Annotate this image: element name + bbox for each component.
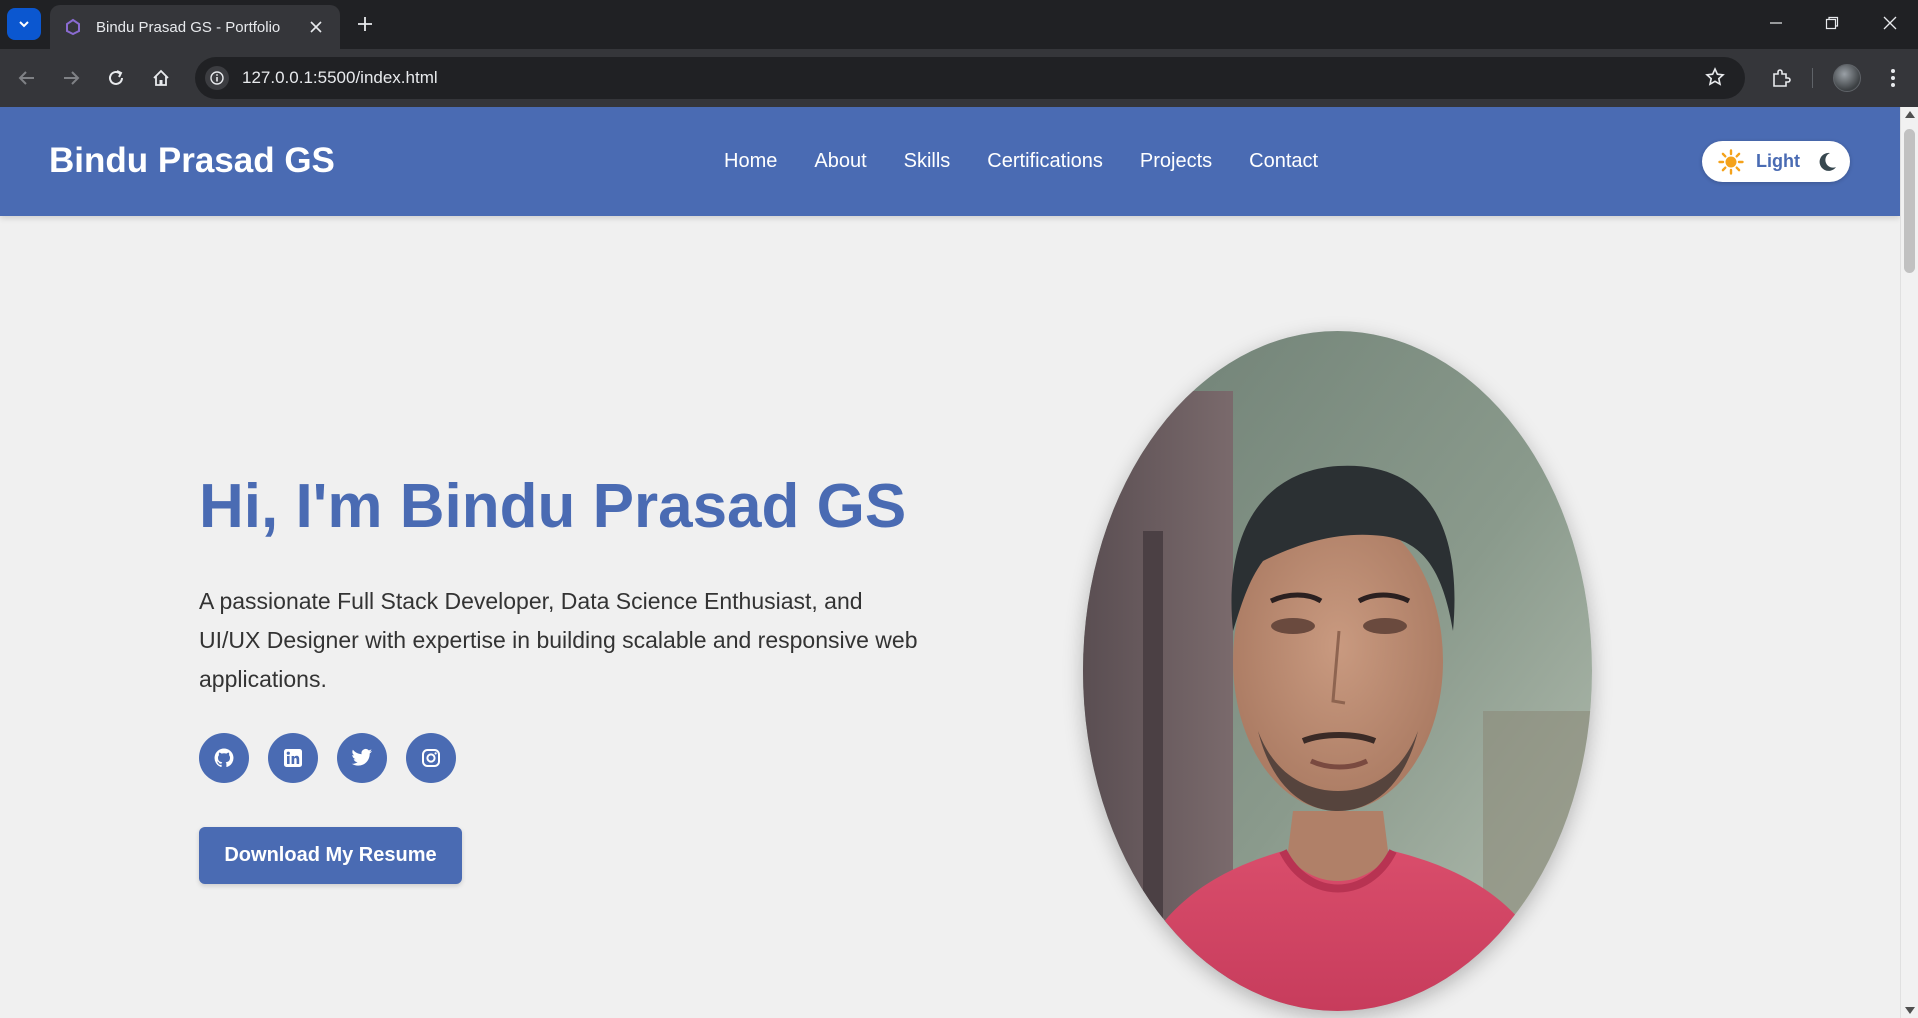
home-button[interactable] <box>146 63 176 93</box>
download-resume-button[interactable]: Download My Resume <box>199 827 462 884</box>
browser-tab[interactable]: Bindu Prasad GS - Portfolio <box>50 5 340 49</box>
restore-button[interactable] <box>1804 0 1860 46</box>
twitter-link[interactable] <box>337 733 387 783</box>
back-button[interactable] <box>12 63 42 93</box>
address-bar[interactable]: 127.0.0.1:5500/index.html <box>195 57 1745 99</box>
puzzle-icon <box>1773 69 1791 87</box>
nav-skills[interactable]: Skills <box>904 150 951 173</box>
github-icon <box>214 748 234 767</box>
theme-toggle-label: Light <box>1756 151 1800 171</box>
site-info-icon[interactable] <box>205 66 229 90</box>
new-tab-button[interactable] <box>353 12 377 36</box>
profile-avatar[interactable] <box>1833 64 1861 92</box>
minimize-icon <box>1770 22 1782 24</box>
linkedin-icon <box>284 749 302 767</box>
twitter-icon <box>351 749 372 766</box>
home-icon <box>153 69 169 86</box>
profile-photo-illustration <box>1083 331 1592 1011</box>
scroll-down-arrow-icon[interactable] <box>1905 1007 1915 1014</box>
menu-button[interactable] <box>1878 63 1908 93</box>
nav-home[interactable]: Home <box>724 150 777 173</box>
instagram-link[interactable] <box>406 733 456 783</box>
forward-button[interactable] <box>56 63 86 93</box>
site-brand[interactable]: Bindu Prasad GS <box>49 141 335 181</box>
hero-title: Hi, I'm Bindu Prasad GS <box>199 472 907 541</box>
arrow-right-icon <box>64 71 80 85</box>
extensions-button[interactable] <box>1766 63 1796 93</box>
nav-about[interactable]: About <box>814 150 866 173</box>
url-text: 127.0.0.1:5500/index.html <box>242 68 438 87</box>
reload-button[interactable] <box>101 63 131 93</box>
favicon-icon <box>64 18 82 36</box>
page-viewport: Bindu Prasad GS Home About Skills Certif… <box>0 107 1900 1018</box>
close-tab-icon[interactable] <box>306 17 326 37</box>
restore-icon <box>1825 16 1839 30</box>
plus-icon <box>358 17 372 31</box>
nav-links: Home About Skills Certifications Project… <box>724 150 1318 173</box>
nav-certifications[interactable]: Certifications <box>987 150 1103 173</box>
tab-search-button[interactable] <box>7 8 41 40</box>
arrow-left-icon <box>18 71 34 85</box>
close-icon <box>1883 16 1897 30</box>
sun-icon <box>1718 148 1744 175</box>
instagram-icon <box>422 749 440 767</box>
scroll-thumb[interactable] <box>1904 129 1915 273</box>
page-scrollbar[interactable] <box>1900 107 1918 1018</box>
close-window-button[interactable] <box>1862 0 1918 46</box>
nav-contact[interactable]: Contact <box>1249 150 1318 173</box>
tab-title: Bindu Prasad GS - Portfolio <box>96 18 281 36</box>
chevron-down-icon <box>19 21 29 28</box>
hero-description: A passionate Full Stack Developer, Data … <box>199 588 918 692</box>
browser-tabstrip: Bindu Prasad GS - Portfolio <box>0 0 1918 49</box>
moon-icon <box>1819 152 1836 171</box>
github-link[interactable] <box>199 733 249 783</box>
theme-toggle-button[interactable]: Light <box>1702 141 1850 182</box>
profile-photo <box>1083 331 1592 1011</box>
nav-projects[interactable]: Projects <box>1140 150 1212 173</box>
kebab-menu-icon <box>1891 69 1895 87</box>
bookmark-star-icon[interactable] <box>1705 67 1725 92</box>
browser-toolbar: 127.0.0.1:5500/index.html <box>0 49 1918 107</box>
reload-icon <box>109 70 123 85</box>
minimize-button[interactable] <box>1748 0 1804 46</box>
site-navbar: Bindu Prasad GS Home About Skills Certif… <box>0 107 1900 216</box>
scroll-up-arrow-icon[interactable] <box>1905 111 1915 118</box>
social-links <box>199 733 456 783</box>
linkedin-link[interactable] <box>268 733 318 783</box>
toolbar-divider <box>1812 68 1813 88</box>
